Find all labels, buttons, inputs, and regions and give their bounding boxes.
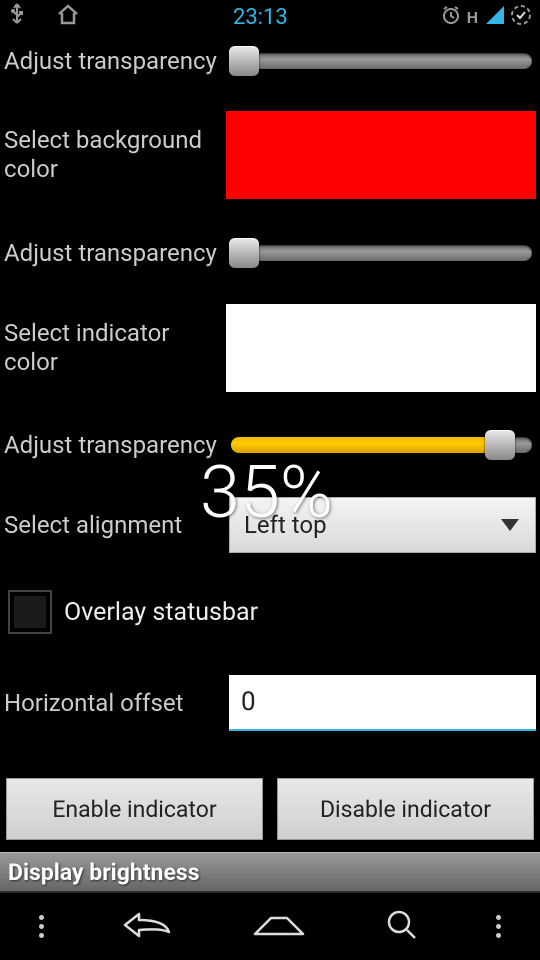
- overflow-menu-right-icon[interactable]: [496, 915, 501, 938]
- overflow-menu-left-icon[interactable]: [39, 915, 44, 938]
- label-alignment: Select alignment: [4, 511, 229, 540]
- section-display-brightness: Display brightness: [0, 852, 540, 892]
- slider-transparency-2[interactable]: [227, 238, 536, 268]
- enable-indicator-button[interactable]: Enable indicator: [6, 778, 263, 840]
- input-horizontal-offset-value: 0: [241, 687, 256, 717]
- slider-thumb-icon[interactable]: [229, 46, 259, 76]
- label-bg-color: Select background color: [4, 126, 226, 184]
- nav-bar: [0, 892, 540, 960]
- nav-back-button[interactable]: [121, 910, 173, 944]
- chevron-down-icon: [501, 519, 519, 531]
- label-indicator-color: Select indicator color: [4, 319, 226, 377]
- signal-icon: [484, 5, 504, 29]
- dropdown-alignment[interactable]: Left top: [229, 497, 536, 553]
- disable-indicator-label: Disable indicator: [320, 796, 491, 823]
- sync-icon: [510, 4, 532, 31]
- input-horizontal-offset[interactable]: 0: [229, 675, 536, 731]
- nav-home-button[interactable]: [251, 912, 307, 942]
- swatch-bg-color[interactable]: [226, 111, 536, 199]
- enable-indicator-label: Enable indicator: [52, 796, 216, 823]
- settings-content: Adjust transparency Select background co…: [0, 34, 540, 892]
- label-overlay-statusbar: Overlay statusbar: [64, 598, 258, 627]
- section-display-brightness-label: Display brightness: [8, 859, 200, 886]
- nav-search-button[interactable]: [385, 908, 419, 946]
- label-transparency-2: Adjust transparency: [4, 239, 227, 268]
- slider-transparency-1[interactable]: [227, 46, 536, 76]
- swatch-indicator-color[interactable]: [226, 304, 536, 392]
- alarm-icon: [441, 5, 461, 30]
- label-horizontal-offset: Horizontal offset: [4, 689, 229, 718]
- slider-thumb-icon[interactable]: [229, 238, 259, 268]
- network-type: H: [467, 8, 478, 27]
- checkbox-overlay-statusbar[interactable]: [8, 590, 52, 634]
- usb-icon: [8, 3, 26, 32]
- label-transparency-3: Adjust transparency: [4, 431, 227, 460]
- status-clock: 23:13: [80, 5, 441, 30]
- home-icon: [56, 3, 80, 32]
- dropdown-alignment-value: Left top: [244, 511, 327, 539]
- disable-indicator-button[interactable]: Disable indicator: [277, 778, 534, 840]
- status-bar: 23:13 H: [0, 0, 540, 34]
- slider-thumb-icon[interactable]: [485, 430, 515, 460]
- label-transparency-1: Adjust transparency: [4, 47, 227, 76]
- slider-transparency-3[interactable]: [227, 430, 536, 460]
